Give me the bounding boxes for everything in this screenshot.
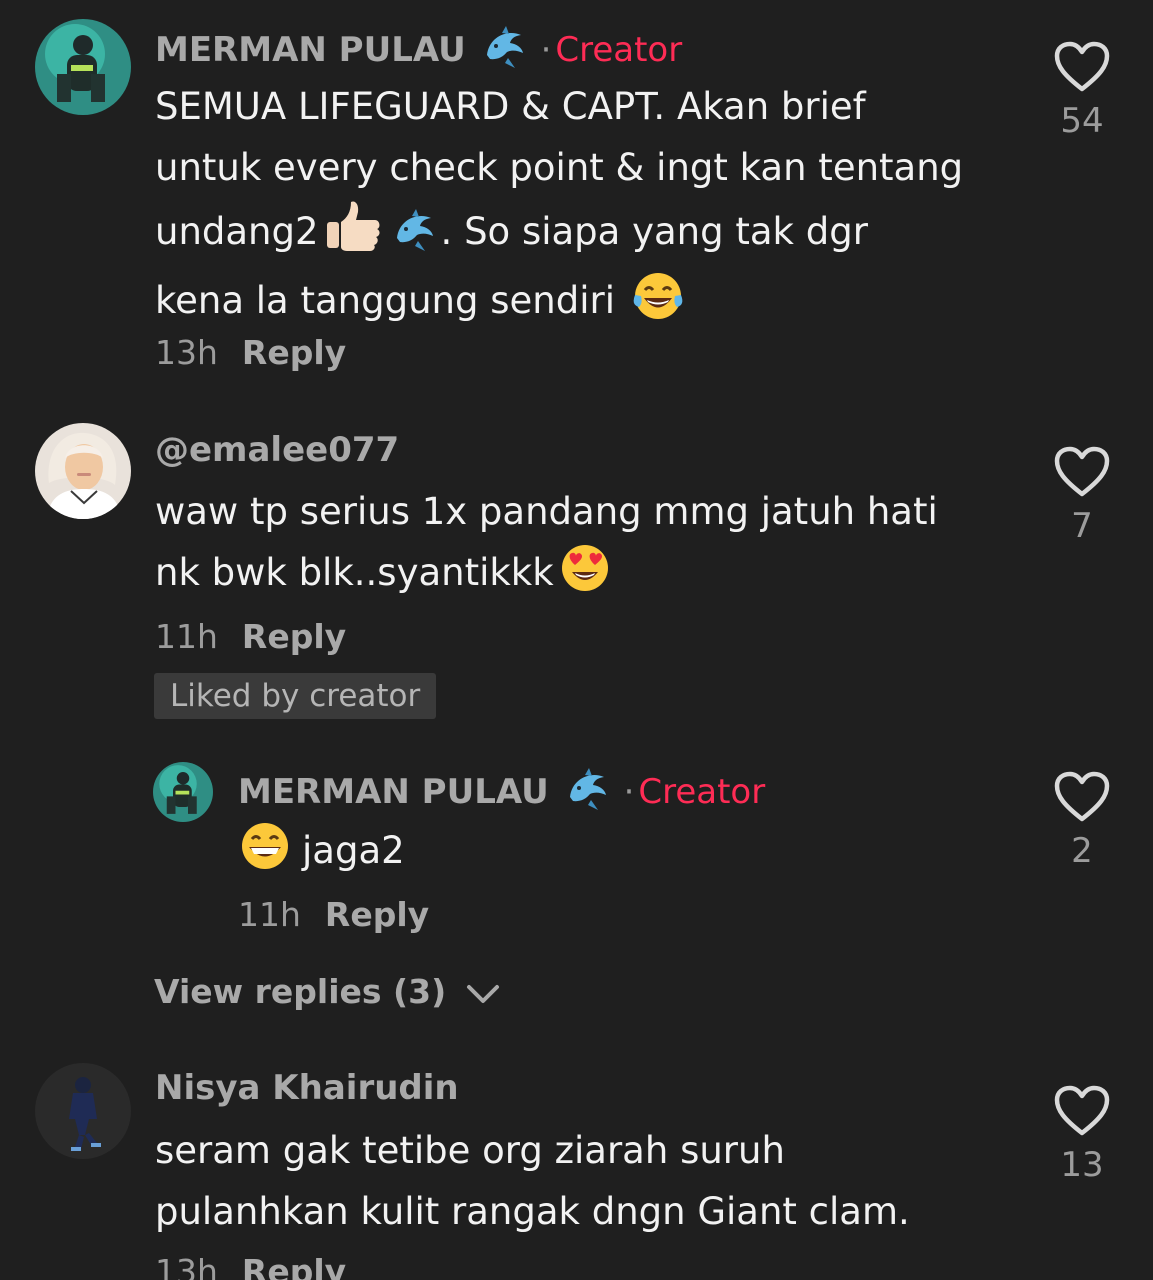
timestamp: 11h [238, 895, 301, 934]
reply-button[interactable]: Reply [242, 617, 346, 656]
author-name[interactable]: Nisya Khairudin [155, 1068, 459, 1108]
comment-line: SEMUA LIFEGUARD & CAPT. Akan brief [155, 85, 866, 128]
author-name[interactable]: MERMAN PULAU [155, 30, 466, 70]
separator-dot: · [623, 772, 635, 812]
comment-meta: 11h Reply [238, 895, 429, 935]
comment-text: jaga2 [238, 820, 405, 889]
heart-outline-icon[interactable] [1054, 446, 1110, 498]
comment-line: waw tp serius 1x pandang mmg jatuh hati [155, 490, 938, 533]
comment-meta: 13h Reply [155, 1252, 346, 1280]
separator-dot: · [540, 30, 552, 70]
reply-button[interactable]: Reply [242, 333, 346, 372]
timestamp: 13h [155, 333, 218, 372]
heart-outline-icon[interactable] [1054, 41, 1110, 93]
comment-meta: 11h Reply [155, 617, 346, 657]
tears-of-joy-emoji [631, 271, 685, 339]
like-count: 2 [1071, 831, 1093, 871]
comment-segment: undang2 [155, 210, 319, 253]
dolphin-emoji [564, 767, 610, 820]
like-button[interactable]: 54 [1052, 41, 1112, 141]
author-name[interactable]: MERMAN PULAU [238, 772, 549, 812]
heart-eyes-emoji [558, 543, 612, 611]
avatar[interactable] [35, 423, 131, 519]
grinning-emoji [238, 821, 292, 889]
avatar[interactable] [35, 19, 131, 115]
comment-segment: kena la tanggung sendiri [155, 279, 615, 322]
comment-author[interactable]: @emalee077 [155, 430, 399, 470]
comment-segment: jaga2 [302, 829, 405, 872]
creator-badge: Creator [555, 30, 683, 70]
comment-text: SEMUA LIFEGUARD & CAPT. Akan brief untuk… [155, 76, 963, 339]
avatar[interactable] [35, 1063, 131, 1159]
comment-text: waw tp serius 1x pandang mmg jatuh hati … [155, 481, 938, 611]
heart-outline-icon[interactable] [1054, 1085, 1110, 1137]
comment-meta: 13h Reply [155, 333, 346, 373]
reply-button[interactable]: Reply [325, 895, 429, 934]
heart-outline-icon[interactable] [1054, 771, 1110, 823]
avatar[interactable] [153, 762, 213, 822]
like-count: 13 [1060, 1145, 1104, 1185]
comment-segment: nk bwk blk..syantikkk [155, 551, 554, 594]
like-button[interactable]: 13 [1052, 1085, 1112, 1185]
comment-author[interactable]: MERMAN PULAU · Creator [155, 25, 682, 78]
liked-by-creator-badge: Liked by creator [154, 673, 437, 719]
like-count: 54 [1060, 101, 1104, 141]
chevron-down-icon[interactable] [466, 974, 500, 1014]
comment-line: nk bwk blk..syantikkk [155, 542, 938, 611]
comment-author[interactable]: Nisya Khairudin [155, 1068, 459, 1108]
comment-line: untuk every check point & ingt kan tenta… [155, 146, 964, 189]
comment-text: seram gak tetibe org ziarah suruh pulanh… [155, 1120, 910, 1242]
dolphin-emoji [481, 25, 527, 78]
view-replies-button[interactable]: View replies (3) [154, 972, 500, 1014]
timestamp: 11h [155, 617, 218, 656]
like-count: 7 [1071, 506, 1093, 546]
comment-author[interactable]: MERMAN PULAU · Creator [238, 767, 765, 820]
like-button[interactable]: 2 [1052, 771, 1112, 871]
thumbs-up-emoji [323, 198, 383, 270]
comment-segment: . So siapa yang tak dgr [440, 210, 868, 253]
reply-button[interactable]: Reply [242, 1252, 346, 1280]
timestamp: 13h [155, 1252, 218, 1280]
comment-line: kena la tanggung sendiri [155, 270, 963, 339]
comment-line: pulanhkan kulit rangak dngn Giant clam. [155, 1190, 910, 1233]
comment-line: seram gak tetibe org ziarah suruh [155, 1129, 785, 1172]
comments-panel: MERMAN PULAU · Creator SEMUA LIFEGUARD & … [0, 0, 1153, 1280]
author-name[interactable]: @emalee077 [155, 430, 399, 470]
like-button[interactable]: 7 [1052, 446, 1112, 546]
dolphin-emoji [391, 208, 437, 270]
view-replies-label[interactable]: View replies (3) [154, 972, 446, 1011]
comment-line: jaga2 [238, 820, 405, 889]
creator-badge: Creator [638, 772, 766, 812]
comment-line: undang2 . So siapa yang tak dgr [155, 198, 963, 270]
